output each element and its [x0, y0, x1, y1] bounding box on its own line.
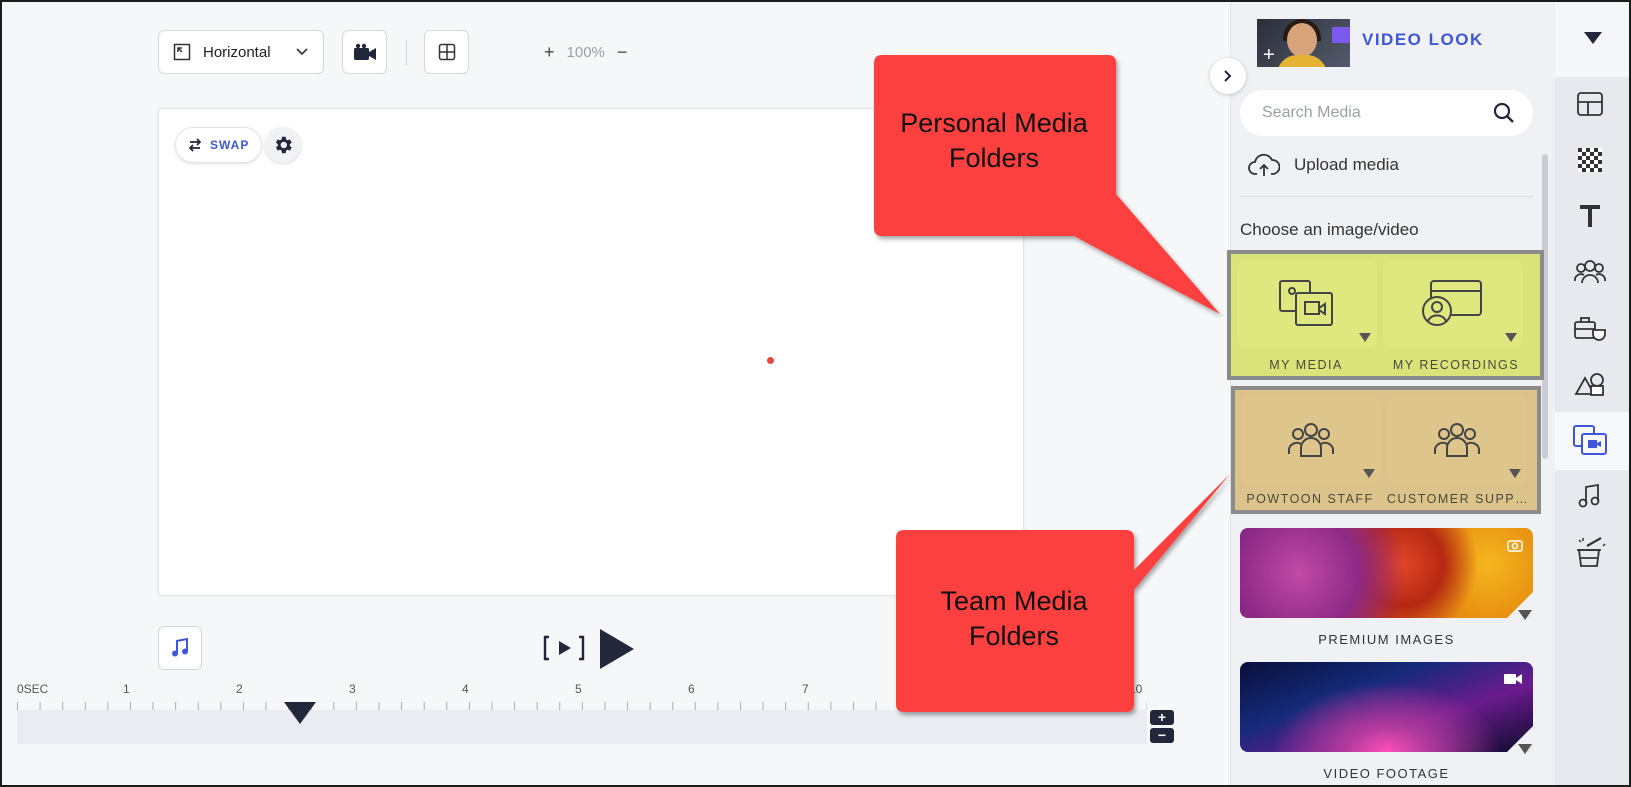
callout-personal-shape	[874, 55, 1220, 314]
app-window: Horizontal + 100% − SWAP 0SEC 1 2 3 4 5 …	[0, 0, 1631, 787]
callout-team-text: Team Media Folders	[940, 586, 1088, 652]
callout-shapes	[874, 55, 1230, 712]
callout-personal-text: Personal Media Folders	[900, 108, 1088, 174]
